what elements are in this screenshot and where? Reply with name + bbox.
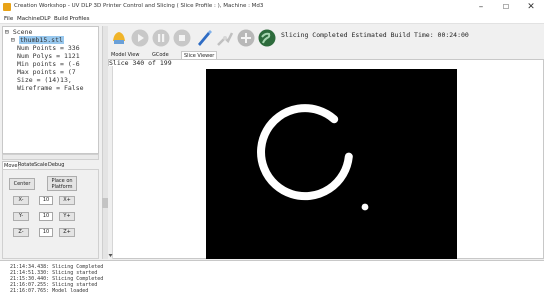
tree-root-label: Scene [12,28,33,36]
menu-file[interactable]: File [4,14,13,24]
move-panel: Center Place on Platform X- 10 X+ Y- 10 … [2,169,99,259]
tree-prop[interactable]: Max points = (7 [17,68,76,76]
globe-icon[interactable] [258,29,276,47]
tab-gcode[interactable]: GCode [150,51,171,59]
connect-icon[interactable] [110,29,128,47]
tree-root[interactable]: ⊟ Scene [5,28,32,36]
center-button[interactable]: Center [9,178,35,190]
tree-prop[interactable]: Wireframe = False [17,84,84,92]
menu-build-profiles[interactable]: Build Profiles [54,14,90,24]
y-plus-button[interactable]: Y+ [59,212,75,221]
tree-prop[interactable]: Size = (14)13, [17,76,72,84]
place-on-platform-button[interactable]: Place on Platform [47,176,77,191]
x-step-input[interactable]: 10 [39,196,53,205]
play-icon[interactable] [131,29,149,47]
slice-layer-icon [257,104,369,211]
collapse-icon[interactable]: ⊟ [11,36,15,44]
tab-slice-viewer[interactable]: Slice Viewer [181,51,218,59]
close-button[interactable]: ✕ [520,0,542,14]
add-icon[interactable] [237,29,255,47]
x-minus-button[interactable]: X- [13,196,29,205]
tree-horizontal-scrollbar[interactable] [2,154,99,160]
z-plus-button[interactable]: Z+ [59,228,75,237]
tab-model-view[interactable]: Model View [109,51,141,59]
tree-prop[interactable]: Min points = (-6 [17,60,80,68]
log-line: 21:16:07.765: Model loaded [10,288,89,294]
scroll-down-icon[interactable] [108,252,113,260]
scene-tree[interactable]: ⊟ Scene ⊟ thumb15.stl Num Points = 336 N… [2,26,99,154]
slice-icon[interactable] [195,29,213,47]
slice-scrollbar[interactable] [108,66,113,259]
menu-dlp[interactable]: DLP [40,14,51,24]
log-panel: 21:14:34.438: Slicing Completed 21:14:51… [0,260,544,295]
maximize-button[interactable]: ☐ [495,0,517,14]
z-minus-button[interactable]: Z- [13,228,29,237]
window-title: Creation Workshop - UV DLP 3D Printer Co… [14,3,264,9]
slice-counter: Slice 340 of 199 [109,59,172,67]
menu-bar: File Machine DLP Build Profiles [0,14,544,24]
transform-tabs: Move Rotate Scale Debug [2,161,99,169]
collapse-icon[interactable]: ⊟ [5,28,9,36]
tree-file-label: thumb15.stl [18,36,64,44]
tree-prop[interactable]: Num Points = 336 [17,44,80,52]
y-step-input[interactable]: 10 [39,212,53,221]
status-message: Slicing Completed Estimated Build Time: … [281,31,469,39]
x-plus-button[interactable]: X+ [59,196,75,205]
tree-file-node[interactable]: ⊟ thumb15.stl [11,36,64,44]
z-step-input[interactable]: 10 [39,228,53,237]
minimize-button[interactable]: – [470,0,492,14]
machine-icon[interactable] [216,29,234,47]
tree-prop[interactable]: Num Polys = 1121 [17,52,80,60]
tab-debug[interactable]: Debug [47,161,65,169]
app-icon [3,3,11,11]
menu-machine[interactable]: Machine [17,14,40,24]
y-minus-button[interactable]: Y- [13,212,29,221]
slice-image [206,69,457,259]
pause-icon[interactable] [152,29,170,47]
stop-icon[interactable] [173,29,191,47]
title-bar: Creation Workshop - UV DLP 3D Printer Co… [0,0,544,14]
